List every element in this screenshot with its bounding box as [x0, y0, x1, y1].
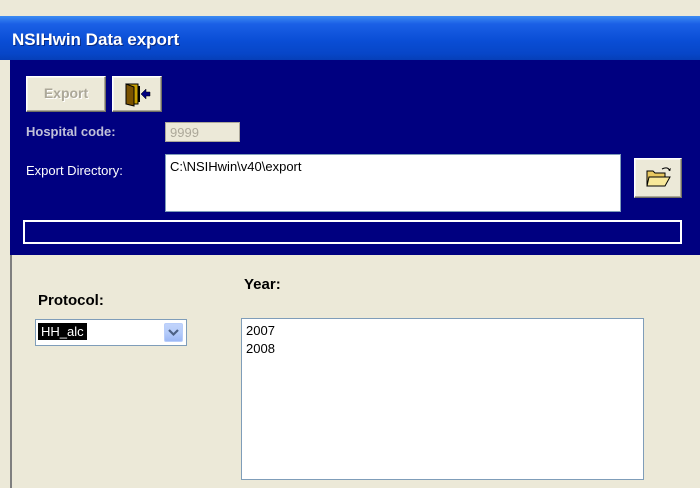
- export-button[interactable]: Export: [26, 76, 106, 112]
- export-progress-bar: [23, 220, 682, 244]
- export-directory-value: C:\NSIHwin\v40\export: [170, 159, 302, 174]
- protocol-dropdown-button[interactable]: [164, 323, 183, 342]
- export-panel: Export Hospital code: 9999 Export Direct…: [10, 60, 700, 255]
- hospital-code-field: 9999: [165, 122, 240, 142]
- open-folder-icon: [646, 167, 671, 187]
- protocol-selected-value: HH_alc: [38, 323, 87, 340]
- export-button-label: Export: [43, 85, 89, 101]
- year-listbox[interactable]: 2007 2008: [241, 318, 644, 480]
- export-window: NSIHwin Data export Export Hospital code…: [0, 0, 700, 488]
- year-label: Year:: [244, 276, 281, 293]
- title-bar[interactable]: NSIHwin Data export: [0, 16, 700, 60]
- export-directory-field[interactable]: C:\NSIHwin\v40\export: [165, 154, 621, 212]
- protocol-label: Protocol:: [38, 292, 104, 309]
- window-border: [10, 255, 12, 488]
- list-item[interactable]: 2007: [246, 323, 275, 338]
- protocol-dropdown[interactable]: HH_alc: [35, 319, 187, 346]
- hospital-code-label: Hospital code:: [26, 124, 116, 139]
- exit-door-icon: [125, 83, 151, 107]
- export-directory-label: Export Directory:: [26, 163, 123, 178]
- exit-button[interactable]: [112, 76, 162, 112]
- browse-folder-button[interactable]: [634, 158, 682, 198]
- hospital-code-value: 9999: [170, 125, 199, 140]
- chevron-down-icon: [168, 329, 179, 337]
- window-title: NSIHwin Data export: [12, 30, 180, 49]
- list-item[interactable]: 2008: [246, 341, 275, 356]
